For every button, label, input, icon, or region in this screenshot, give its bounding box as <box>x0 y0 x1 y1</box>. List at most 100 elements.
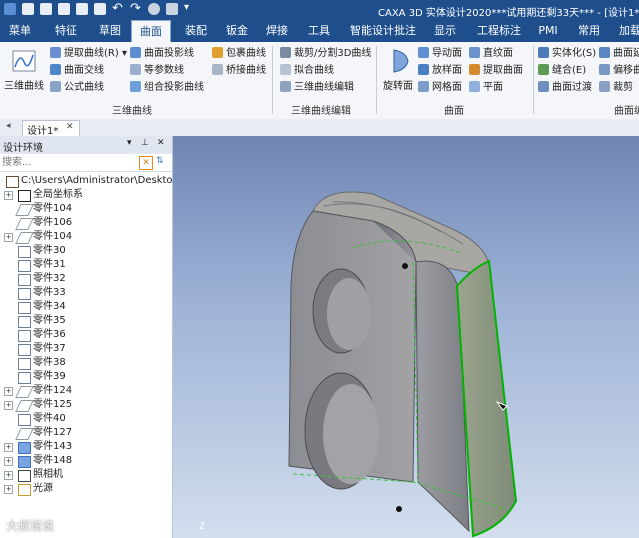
undo-icon[interactable]: ↶ <box>112 1 123 16</box>
pin-icon[interactable]: ⊥ <box>141 138 149 148</box>
new-file-icon[interactable] <box>22 3 34 15</box>
tree-item[interactable]: + 零件124 <box>0 384 172 398</box>
tab-weld[interactable]: 焊接 <box>261 20 293 42</box>
tree-item[interactable]: 零件127 <box>0 426 172 440</box>
print-icon[interactable] <box>94 3 106 15</box>
tree-item[interactable]: 零件30 <box>0 244 172 258</box>
tree-item[interactable]: + 照相机 <box>0 468 172 482</box>
fit-curve-button[interactable]: 拟合曲线 <box>280 64 334 78</box>
close-tab-icon[interactable]: ✕ <box>66 122 74 132</box>
formula-curve-button[interactable]: 公式曲线 <box>50 81 104 95</box>
tab-feature[interactable]: 特征 <box>50 20 82 42</box>
tree-expander-icon[interactable]: + <box>4 457 13 466</box>
save-icon[interactable] <box>76 3 88 15</box>
tree-item-label: 零件34 <box>33 301 66 312</box>
solidify-button[interactable]: 实体化(S) <box>538 47 596 61</box>
tree-expander-icon[interactable]: + <box>4 471 13 480</box>
document-tab[interactable]: 设计1* ✕ <box>22 120 80 137</box>
ribbon-separator <box>533 46 534 114</box>
trim-surface-icon <box>599 81 610 92</box>
tree-item-label: 零件106 <box>33 217 73 228</box>
tree-item[interactable]: + 全局坐标系 <box>0 188 172 202</box>
gear-icon[interactable] <box>148 3 160 15</box>
tab-menu[interactable]: 菜单 <box>4 20 36 42</box>
tab-sheet-metal[interactable]: 钣金 <box>221 20 253 42</box>
extract-surface-button[interactable]: 提取曲面 <box>469 64 523 78</box>
tree-item[interactable]: 零件31 <box>0 258 172 272</box>
sweep-surface-icon <box>418 47 429 58</box>
tree-item[interactable]: 零件39 <box>0 370 172 384</box>
surface-blend-button[interactable]: 曲面过渡 <box>538 81 592 95</box>
3d-viewport[interactable]: Z <box>173 136 639 538</box>
redo-icon[interactable]: ↷ <box>130 1 141 16</box>
tree-item[interactable]: + 零件148 <box>0 454 172 468</box>
trim-split-3d-curve-button[interactable]: 裁剪/分割3D曲线 <box>280 47 371 61</box>
tree-item[interactable]: 零件38 <box>0 356 172 370</box>
tab-load[interactable]: 加载 <box>614 20 639 42</box>
sketch-icon <box>18 274 31 286</box>
tree-item[interactable]: + 零件125 <box>0 398 172 412</box>
tree-item[interactable]: 零件40 <box>0 412 172 426</box>
clear-search-icon[interactable]: ✕ <box>139 156 153 170</box>
tree-item[interactable]: 零件33 <box>0 286 172 300</box>
mesh-surface-button[interactable]: 网格面 <box>418 81 462 95</box>
group-label-3d-curve: 三维曲线 <box>112 106 152 117</box>
tree-item[interactable]: + 零件143 <box>0 440 172 454</box>
tab-surface[interactable]: 曲面 <box>131 20 171 42</box>
plane-button[interactable]: 平面 <box>469 81 503 95</box>
offset-surface-button[interactable]: 偏移曲面 <box>599 64 639 78</box>
tab-engineering-annotation[interactable]: 工程标注 <box>474 20 524 42</box>
tab-tools[interactable]: 工具 <box>303 20 335 42</box>
ruled-surface-button[interactable]: 直纹面 <box>469 47 513 61</box>
wrap-curve-button[interactable]: 包裹曲线 <box>212 47 266 61</box>
tree-item[interactable]: C:\Users\Administrator\Desktop\ <box>0 174 182 188</box>
tree-expander-icon[interactable]: + <box>4 401 13 410</box>
tree-item[interactable]: 零件36 <box>0 328 172 342</box>
customize-dropdown-icon[interactable]: ▾ <box>184 2 189 13</box>
tree-item-label: 全局坐标系 <box>33 189 83 200</box>
panel-menu-icon[interactable]: ▾ <box>127 138 132 148</box>
trim-surface-button[interactable]: 裁剪 <box>599 81 639 95</box>
tab-display[interactable]: 显示 <box>429 20 461 42</box>
tree-item[interactable]: 零件37 <box>0 342 172 356</box>
edit-3d-curve-button[interactable]: 三维曲线编辑 <box>280 81 354 95</box>
open-folder-icon[interactable] <box>58 3 70 15</box>
tree-item-label: 光源 <box>33 483 53 494</box>
tree-item[interactable]: + 零件104 <box>0 230 172 244</box>
bridge-curve-button[interactable]: 桥接曲线 <box>212 64 266 78</box>
filter-icon[interactable]: ⇅ <box>156 156 164 166</box>
tree-item[interactable]: 零件106 <box>0 216 172 230</box>
options-icon[interactable] <box>166 3 178 15</box>
iso-parameter-icon <box>130 64 141 75</box>
sweep-surface-button[interactable]: 导动面 <box>418 47 462 61</box>
loft-surface-button[interactable]: 放样面 <box>418 64 462 78</box>
tree-expander-icon[interactable]: + <box>4 233 13 242</box>
extract-curve-button[interactable]: 提取曲线(R) ▾ <box>50 47 127 61</box>
tab-smart-annotation[interactable]: 智能设计批注 <box>348 20 418 42</box>
surface-extend-button[interactable]: 曲面延伸 <box>599 47 639 61</box>
close-panel-icon[interactable]: ✕ <box>157 138 165 148</box>
mail-icon[interactable] <box>40 3 52 15</box>
tab-scroll-left-icon[interactable]: ◂ <box>6 121 11 131</box>
surface-intersection-icon <box>50 64 61 75</box>
stitch-button[interactable]: 缝合(E) <box>538 64 586 78</box>
tree-item[interactable]: 零件32 <box>0 272 172 286</box>
tree-expander-icon[interactable]: + <box>4 387 13 396</box>
tree-item[interactable]: + 光源 <box>0 482 172 496</box>
part-model[interactable] <box>173 136 639 538</box>
tree-expander-icon[interactable]: + <box>4 443 13 452</box>
tab-assembly[interactable]: 装配 <box>180 20 212 42</box>
tab-pmi[interactable]: PMI <box>534 20 562 42</box>
tree-item[interactable]: 零件34 <box>0 300 172 314</box>
tree-expander-icon[interactable]: + <box>4 191 13 200</box>
tree-item[interactable]: 零件104 <box>0 202 172 216</box>
tree-item[interactable]: 零件35 <box>0 314 172 328</box>
search-input[interactable] <box>0 156 136 169</box>
tab-common[interactable]: 常用 <box>573 20 605 42</box>
combined-projection-button[interactable]: 组合投影曲线 <box>130 81 204 95</box>
tree-expander-icon[interactable]: + <box>4 485 13 494</box>
surface-intersection-button[interactable]: 曲面交线 <box>50 64 104 78</box>
iso-parameter-button[interactable]: 等参数线 <box>130 64 184 78</box>
tab-sketch[interactable]: 草图 <box>94 20 126 42</box>
surface-projection-button[interactable]: 曲面投影线 <box>130 47 194 61</box>
